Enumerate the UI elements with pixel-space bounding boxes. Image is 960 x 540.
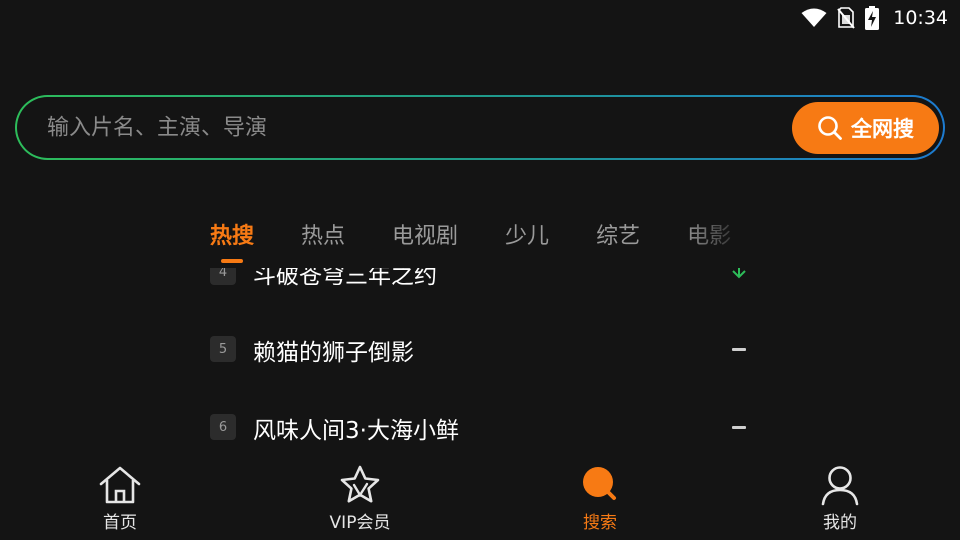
trend-down-icon: [732, 268, 746, 279]
search-all-button[interactable]: 全网搜: [792, 101, 939, 154]
nav-label: 我的: [823, 513, 857, 533]
bottom-navigation: 首页 VIP会员 搜索 我的: [0, 454, 960, 540]
tab-label: 热搜: [210, 224, 255, 249]
rank-badge: 6: [210, 414, 236, 440]
home-icon: [99, 466, 141, 504]
nav-label: 首页: [103, 513, 137, 533]
nav-vip[interactable]: VIP会员: [240, 454, 480, 540]
hot-search-list: 4 斗破苍穹三年之约 5 赖猫的狮子倒影 6 风味人间3·大海小鲜: [210, 268, 755, 445]
tab-label: 热点: [301, 224, 346, 249]
tab-hot-topics[interactable]: 热点: [301, 218, 345, 260]
item-title: 赖猫的狮子倒影: [253, 340, 414, 366]
trend-flat-icon: [731, 341, 747, 357]
tab-label: 电视剧: [392, 224, 459, 249]
search-input[interactable]: [45, 114, 769, 141]
nav-search[interactable]: 搜索: [480, 454, 720, 540]
search-icon: [583, 467, 616, 500]
search-all-label: 全网搜: [851, 116, 914, 141]
trend-flat-icon: [731, 419, 747, 435]
list-item[interactable]: 6 风味人间3·大海小鲜: [210, 414, 755, 445]
nav-label: 搜索: [583, 513, 617, 533]
item-title: 斗破苍穹三年之约: [253, 268, 437, 289]
tab-label: 综艺: [596, 224, 641, 249]
tab-movies[interactable]: 电影: [687, 218, 731, 260]
vip-star-icon: [340, 465, 380, 503]
tab-label: 少儿: [505, 224, 550, 249]
active-tab-indicator: [221, 259, 243, 263]
search-bar-inner: 全网搜: [17, 97, 943, 158]
tab-variety[interactable]: 综艺: [596, 218, 640, 260]
search-bar: 全网搜: [15, 95, 945, 160]
nav-home[interactable]: 首页: [0, 454, 240, 540]
nav-label: VIP会员: [329, 513, 391, 533]
status-time: 10:34: [893, 7, 948, 29]
rank-badge: 4: [210, 268, 236, 285]
tab-hot-search[interactable]: 热搜: [210, 218, 255, 263]
status-bar: 10:34: [801, 0, 960, 36]
tab-kids[interactable]: 少儿: [505, 218, 549, 260]
tab-tv-series[interactable]: 电视剧: [392, 218, 458, 260]
list-item[interactable]: 4 斗破苍穹三年之约: [210, 268, 755, 336]
magnifier-icon: [818, 115, 842, 140]
category-tabs: 热搜 热点 电视剧 少儿 综艺 电影: [210, 218, 750, 268]
wifi-icon: [801, 8, 827, 27]
battery-charging-icon: [865, 6, 880, 30]
list-item[interactable]: 5 赖猫的狮子倒影: [210, 336, 755, 414]
tab-label: 电影: [687, 224, 732, 249]
user-icon: [821, 466, 859, 506]
no-sim-icon: [837, 7, 855, 29]
nav-profile[interactable]: 我的: [720, 454, 960, 540]
item-title: 风味人间3·大海小鲜: [253, 418, 459, 444]
rank-badge: 5: [210, 336, 236, 362]
